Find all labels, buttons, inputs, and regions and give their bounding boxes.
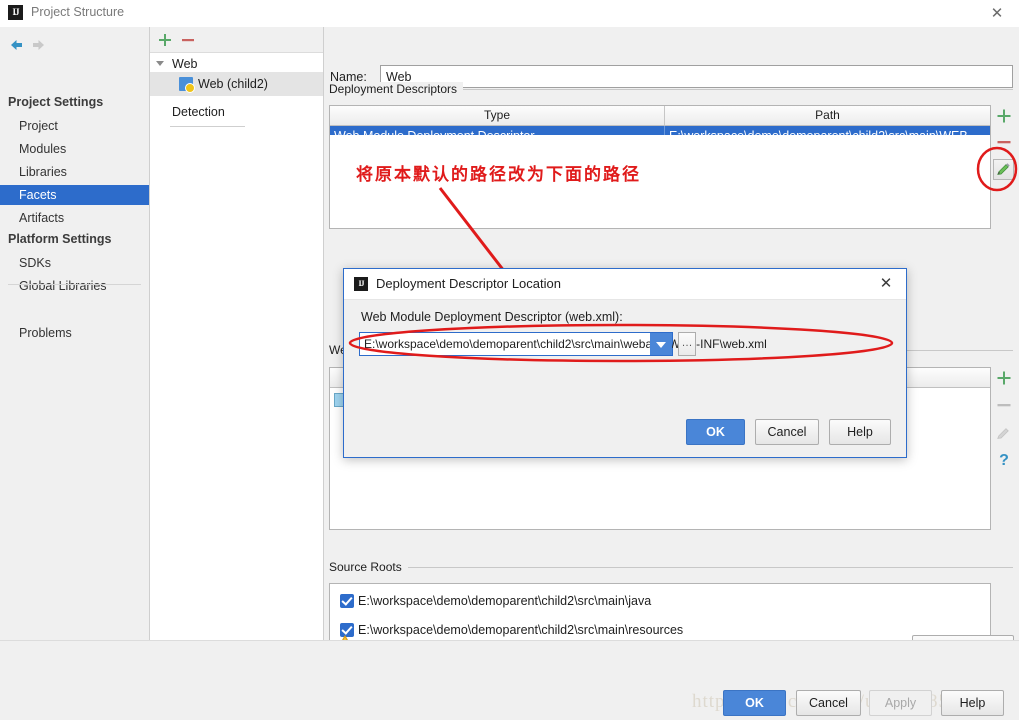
tree-separator <box>170 126 245 127</box>
sidebar-item-project[interactable]: Project <box>0 116 149 136</box>
help-button[interactable]: Help <box>941 690 1004 716</box>
sidebar-nav-arrows <box>0 31 149 59</box>
cancel-button[interactable]: Cancel <box>796 690 861 716</box>
modal-cancel-button[interactable]: Cancel <box>755 419 819 445</box>
close-icon[interactable]: ✕ <box>983 3 1011 24</box>
sidebar-item-problems[interactable]: Problems <box>0 323 149 343</box>
tree-node-label: Web (child2) <box>198 77 268 91</box>
annotation-ellipse-path-field <box>348 323 894 363</box>
deployment-descriptors-rule <box>454 89 1013 90</box>
remove-facet-minus-icon[interactable] <box>179 31 197 49</box>
tree-node-detection[interactable]: Detection <box>150 100 323 124</box>
intellij-logo-icon: IJ <box>8 5 23 20</box>
sidebar-item-facets[interactable]: Facets <box>0 185 149 205</box>
apply-button: Apply <box>869 690 932 716</box>
web-facet-icon <box>179 77 195 93</box>
table-header-row: Type Path <box>330 106 990 126</box>
source-root-checkbox[interactable] <box>340 594 354 608</box>
forward-arrow-icon <box>30 36 48 54</box>
deployment-descriptors-table[interactable]: Type Path Web Module Deployment Descript… <box>329 105 991 147</box>
list-item[interactable]: E:\workspace\demo\demoparent\child2\src\… <box>330 587 990 616</box>
source-roots-list[interactable]: E:\workspace\demo\demoparent\child2\src\… <box>329 583 991 644</box>
column-header-path[interactable]: Path <box>665 106 990 125</box>
source-roots-rule <box>402 567 1013 568</box>
webres-help-question-icon[interactable]: ? <box>994 451 1014 471</box>
facets-tree-panel: Web Web (child2) Detection <box>150 27 324 640</box>
project-structure-window: IJ Project Structure ✕ Project Settings … <box>0 0 1019 720</box>
webres-add-plus-icon[interactable] <box>994 368 1014 388</box>
dialog-footer <box>0 640 1019 720</box>
window-titlebar: IJ Project Structure ✕ <box>0 0 1019 28</box>
sidebar-divider <box>8 284 141 285</box>
sidebar-item-modules[interactable]: Modules <box>0 139 149 159</box>
sidebar-item-sdks[interactable]: SDKs <box>0 253 149 273</box>
intellij-logo-icon: IJ <box>354 277 368 291</box>
sidebar-item-artifacts[interactable]: Artifacts <box>0 208 149 228</box>
tree-node-web-child2[interactable]: Web (child2) <box>150 72 323 96</box>
source-root-label: E:\workspace\demo\demoparent\child2\src\… <box>358 594 652 608</box>
settings-sidebar: Project Settings Platform Settings Proje… <box>0 27 150 640</box>
modal-help-button[interactable]: Help <box>829 419 891 445</box>
name-input[interactable] <box>380 65 1013 88</box>
chevron-down-icon <box>156 61 164 66</box>
modal-titlebar: IJ Deployment Descriptor Location ✕ <box>344 269 906 300</box>
sidebar-item-global-libraries[interactable]: Global Libraries <box>0 276 149 296</box>
sidebar-group-platform-settings: Platform Settings <box>8 232 112 246</box>
deployment-add-plus-icon[interactable] <box>994 106 1014 126</box>
column-header-type[interactable]: Type <box>330 106 664 125</box>
facets-tree-toolbar <box>150 27 323 53</box>
annotation-ellipse-pencil <box>976 146 1018 192</box>
webres-edit-pencil-icon <box>994 424 1014 444</box>
modal-title-text: Deployment Descriptor Location <box>376 276 561 291</box>
window-title: Project Structure <box>31 5 125 19</box>
sidebar-item-libraries[interactable]: Libraries <box>0 162 149 182</box>
sidebar-group-project-settings: Project Settings <box>8 95 104 109</box>
deployment-descriptors-caption: Deployment Descriptors <box>329 82 464 96</box>
tree-node-label: Detection <box>172 105 225 119</box>
ok-button[interactable]: OK <box>723 690 786 716</box>
close-icon[interactable]: ✕ <box>875 274 897 294</box>
source-roots-caption: Source Roots <box>329 560 408 574</box>
add-facet-plus-icon[interactable] <box>156 31 174 49</box>
back-arrow-icon[interactable] <box>7 36 25 54</box>
modal-ok-button[interactable]: OK <box>686 419 745 445</box>
webres-remove-minus-icon <box>994 395 1014 415</box>
